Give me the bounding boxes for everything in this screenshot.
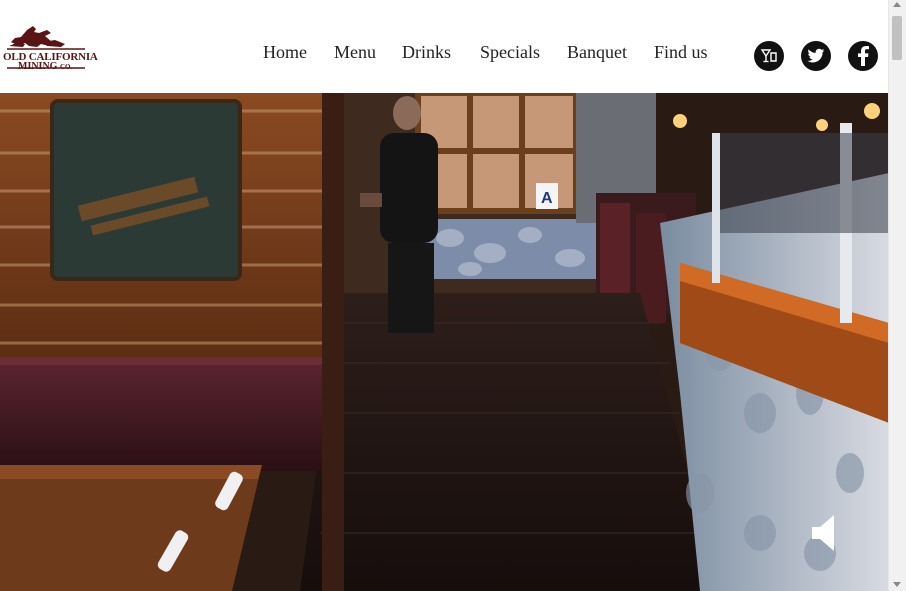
scroll-up-icon[interactable] xyxy=(893,2,901,7)
speaker-icon xyxy=(812,515,834,551)
facebook-icon[interactable] xyxy=(848,41,878,71)
brand-name-line2: MINING CO. xyxy=(18,61,73,72)
logo[interactable]: OLD CALIFORNIA MINING CO. xyxy=(3,24,98,72)
nav-banquet[interactable]: Banquet xyxy=(567,42,627,63)
nav-drinks[interactable]: Drinks xyxy=(402,42,451,63)
scroll-thumb[interactable] xyxy=(892,16,902,60)
twitter-icon[interactable] xyxy=(801,41,831,71)
hero-video[interactable]: A xyxy=(0,93,889,591)
cocktail-icon[interactable] xyxy=(754,41,784,71)
nav-specials[interactable]: Specials xyxy=(480,42,540,63)
site-header: OLD CALIFORNIA MINING CO. Home Menu Drin… xyxy=(0,0,889,93)
nav-menu[interactable]: Menu xyxy=(334,42,376,63)
nav-find-us[interactable]: Find us xyxy=(654,42,708,63)
restaurant-interior-image: A xyxy=(0,93,889,591)
page-scrollbar[interactable] xyxy=(888,0,906,591)
sound-toggle-button[interactable] xyxy=(810,513,840,553)
table-sign: A xyxy=(541,190,553,207)
nav-home[interactable]: Home xyxy=(263,42,307,63)
scroll-down-icon[interactable] xyxy=(893,582,901,587)
